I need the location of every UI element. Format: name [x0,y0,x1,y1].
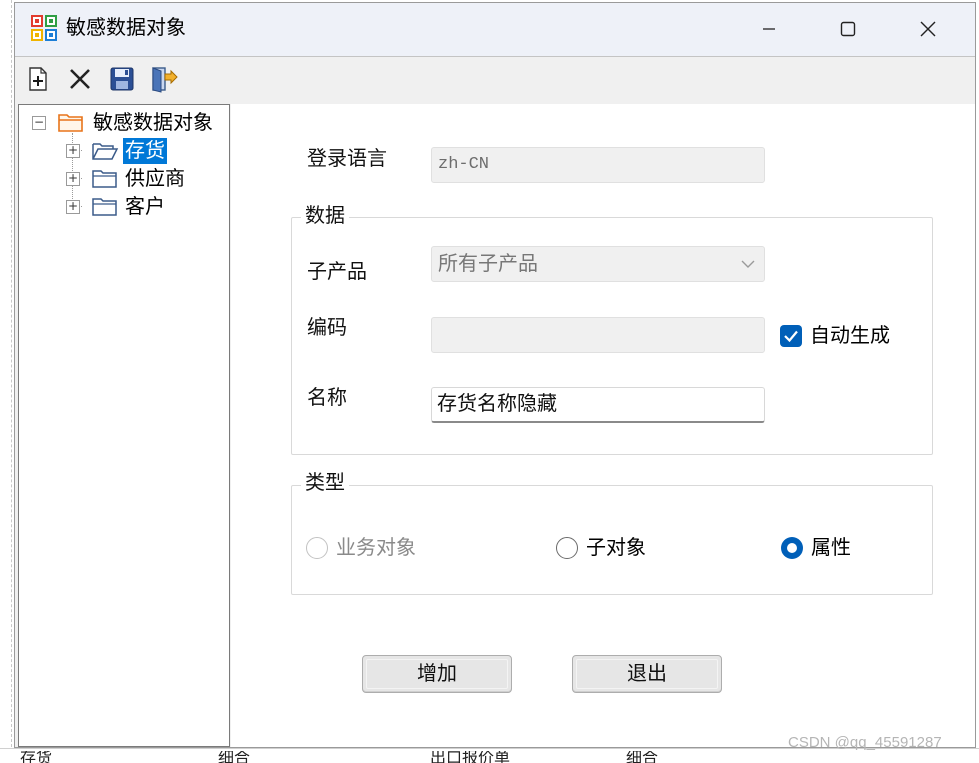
background-cell: 细合 [626,751,659,763]
chevron-down-icon [741,260,755,268]
tree-label: 敏感数据对象 [93,112,213,134]
exit-button-label: 退出 [627,663,667,685]
folder-open-orange-icon [58,114,83,132]
new-document-icon[interactable] [23,64,53,94]
watermark: CSDN @qq_45591287 [788,734,942,751]
tree-label: 存货 [123,138,167,164]
auto-generate-checkbox[interactable] [780,325,802,347]
login-language-label: 登录语言 [307,148,387,170]
title-bar[interactable]: 敏感数据对象 [15,3,975,57]
tree-node-customer[interactable]: + 客户 [19,194,229,220]
radio-attribute[interactable] [781,537,803,559]
background-cell: 存货 [20,751,53,763]
expand-icon[interactable]: + [66,172,80,186]
delete-x-icon[interactable] [65,64,95,94]
background-cell: 细合 [218,751,251,763]
add-button-label: 增加 [417,663,457,685]
login-language-field: zh-CN [431,147,765,183]
object-tree[interactable]: − 敏感数据对象 + 存货 + 供应商 + 客户 [18,104,230,747]
radio-sub-object-label: 子对象 [586,537,646,559]
add-button[interactable]: 增加 [362,655,512,693]
folder-open-icon [92,143,119,160]
sensitive-data-object-dialog: 敏感数据对象 − 敏感数据对象 + 存货 + 供应商 + 客户 登录语言 zh-… [14,2,976,748]
details-panel: 登录语言 zh-CN 数据 子产品 所有子产品 编码 自动生成 名称 存货名称隐… [231,104,975,747]
code-label: 编码 [307,317,347,339]
radio-business-object-label: 业务对象 [336,537,416,559]
code-field [431,317,765,353]
data-group-title: 数据 [301,203,349,229]
auto-generate-label: 自动生成 [810,325,890,347]
window-title: 敏感数据对象 [66,17,186,39]
type-group-title: 类型 [301,470,349,496]
sub-product-select[interactable]: 所有子产品 [431,246,765,282]
exit-button[interactable]: 退出 [572,655,722,693]
tree-node-supplier[interactable]: + 供应商 [19,166,229,192]
maximize-icon[interactable] [831,13,865,45]
toolbar [15,58,975,102]
background-cell: 出口报价单 [430,751,511,763]
minimize-icon[interactable] [752,13,786,45]
name-label: 名称 [307,387,347,409]
save-disk-icon[interactable] [107,64,137,94]
folder-icon [92,170,117,188]
name-input[interactable]: 存货名称隐藏 [431,387,765,423]
expand-icon[interactable]: + [66,200,80,214]
check-icon [784,330,798,343]
tree-label: 供应商 [125,168,185,190]
background-window-edge [0,0,12,762]
sub-product-value: 所有子产品 [438,253,538,275]
tree-label: 客户 [125,196,165,218]
radio-attribute-label: 属性 [811,537,851,559]
radio-business-object[interactable] [306,537,328,559]
app-grid-icon [31,15,57,41]
radio-sub-object[interactable] [556,537,578,559]
exit-door-icon[interactable] [149,64,179,94]
collapse-icon[interactable]: − [32,116,46,130]
tree-node-root[interactable]: − 敏感数据对象 [19,110,229,136]
expand-icon[interactable]: + [66,144,80,158]
tree-node-inventory[interactable]: + 存货 [19,138,229,164]
close-icon[interactable] [911,13,945,45]
folder-icon [92,198,117,216]
sub-product-label: 子产品 [307,261,367,283]
